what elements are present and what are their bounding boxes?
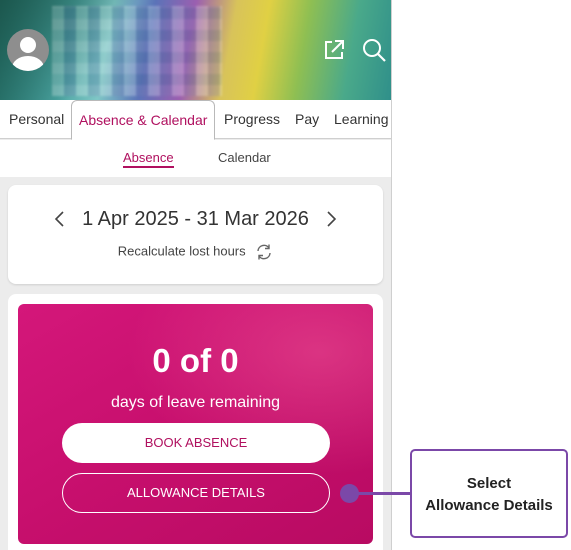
tab-progress[interactable]: Progress [224,100,280,139]
book-absence-button[interactable]: BOOK ABSENCE [62,423,330,463]
tab-personal[interactable]: Personal [9,100,64,139]
leave-remaining-label: days of leave remaining [111,394,280,411]
subtab-calendar[interactable]: Calendar [218,150,271,165]
blurred-name-area [52,6,222,96]
leave-count: 0 of 0 [152,342,239,379]
tab-absence-calendar[interactable]: Absence & Calendar [71,100,216,140]
profile-header [0,0,391,100]
avatar-head [20,37,36,53]
chevron-left-icon[interactable] [53,211,67,227]
period-card: 1 Apr 2025 - 31 Mar 2026 Recalculate los… [8,185,383,284]
main-tabs: Personal Absence & Calendar Progress Pay… [0,100,391,140]
external-link-icon[interactable] [321,37,347,63]
leave-container: 0 of 0 days of leave remaining BOOK ABSE… [8,294,383,550]
chevron-right-icon[interactable] [324,211,338,227]
tab-learning[interactable]: Learning [334,100,389,139]
search-icon[interactable] [361,37,387,63]
callout-line-1: Select [466,475,512,492]
callout-line-2: Allowance Details [425,497,553,514]
instruction-callout: Select Allowance Details [410,449,568,538]
recalculate-lost-hours[interactable]: Recalculate lost hours [8,243,383,261]
period-range: 1 Apr 2025 - 31 Mar 2026 [82,208,309,230]
avatar[interactable] [7,29,49,71]
avatar-body [12,56,44,71]
subtab-absence[interactable]: Absence [123,150,174,168]
leave-summary-card: 0 of 0 days of leave remaining BOOK ABSE… [18,304,373,544]
allowance-details-button[interactable]: ALLOWANCE DETAILS [62,473,330,513]
callout-pointer-dot [340,484,359,503]
sub-tabs: Absence Calendar [0,140,391,177]
mobile-app-screen: Personal Absence & Calendar Progress Pay… [0,0,392,550]
tab-pay[interactable]: Pay [295,100,319,139]
period-selector: 1 Apr 2025 - 31 Mar 2026 [8,205,383,233]
refresh-icon[interactable] [255,243,273,261]
recalculate-label: Recalculate lost hours [117,243,246,259]
